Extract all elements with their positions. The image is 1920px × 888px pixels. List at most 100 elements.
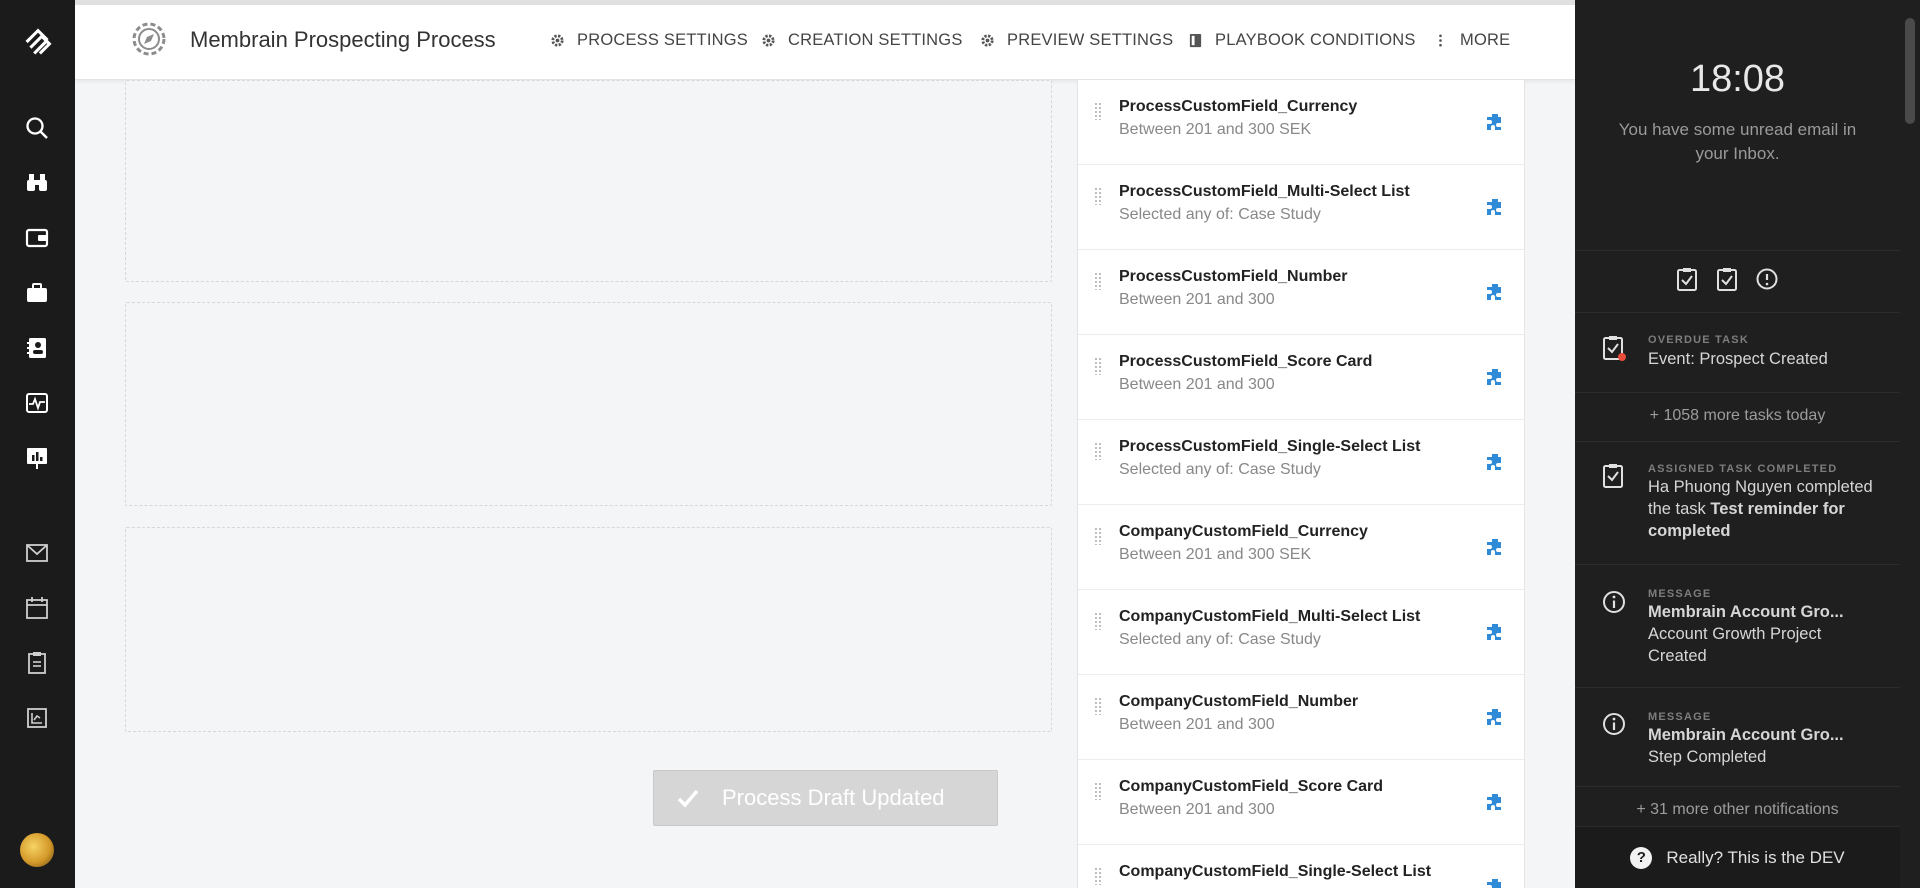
drag-handle-icon[interactable] xyxy=(1094,612,1102,630)
presentation-chart-icon[interactable] xyxy=(22,443,52,473)
puzzle-icon[interactable] xyxy=(1485,367,1505,387)
info-icon xyxy=(1603,591,1625,613)
dev-text: Really? This is the DEV xyxy=(1666,847,1845,867)
drag-handle-icon[interactable] xyxy=(1094,272,1102,290)
divider xyxy=(1575,441,1900,442)
gear-icon xyxy=(762,34,775,47)
info-tab-icon[interactable] xyxy=(1753,265,1781,293)
condition-name: CompanyCustomField_Currency xyxy=(1119,523,1368,540)
condition-item[interactable]: CompanyCustomField_Single-Select List xyxy=(1078,845,1524,888)
puzzle-icon[interactable] xyxy=(1485,197,1505,217)
report-icon[interactable] xyxy=(22,703,52,733)
process-settings-label: PROCESS SETTINGS xyxy=(577,31,748,49)
puzzle-icon[interactable] xyxy=(1485,112,1505,132)
condition-item[interactable]: CompanyCustomField_Multi-Select List Sel… xyxy=(1078,590,1524,675)
creation-settings-label: CREATION SETTINGS xyxy=(788,31,963,49)
tasks-tab-icon[interactable] xyxy=(1673,265,1701,293)
more-notifications-link[interactable]: + 31 more other notifications xyxy=(1575,801,1900,819)
drag-handle-icon[interactable] xyxy=(1094,782,1102,800)
completed-task-icon xyxy=(1603,464,1623,488)
playbook-conditions-menu[interactable]: PLAYBOOK CONDITIONS xyxy=(1188,31,1416,50)
wallet-icon[interactable] xyxy=(22,223,52,253)
condition-name: ProcessCustomField_Single-Select List xyxy=(1119,438,1421,455)
process-settings-menu[interactable]: PROCESS SETTINGS xyxy=(550,31,748,50)
divider xyxy=(1575,786,1900,787)
briefcase-icon[interactable] xyxy=(22,278,52,308)
puzzle-icon[interactable] xyxy=(1485,452,1505,472)
clipboard-icon[interactable] xyxy=(22,648,52,678)
condition-item[interactable]: ProcessCustomField_Number Between 201 an… xyxy=(1078,250,1524,335)
preview-settings-label: PREVIEW SETTINGS xyxy=(1007,31,1174,49)
drag-handle-icon[interactable] xyxy=(1094,187,1102,205)
condition-item[interactable]: ProcessCustomField_Multi-Select List Sel… xyxy=(1078,165,1524,250)
drop-zone[interactable] xyxy=(125,527,1052,732)
condition-item[interactable]: CompanyCustomField_Currency Between 201 … xyxy=(1078,505,1524,590)
process-draft-updated-button[interactable]: Process Draft Updated xyxy=(653,770,998,826)
playbook-conditions-label: PLAYBOOK CONDITIONS xyxy=(1215,31,1416,49)
puzzle-icon[interactable] xyxy=(1485,282,1505,302)
notification-text: Event: Prospect Created xyxy=(1648,350,1828,368)
inbox-message[interactable]: You have some unread email in your Inbox… xyxy=(1605,118,1870,166)
condition-item[interactable]: CompanyCustomField_Score Card Between 20… xyxy=(1078,760,1524,845)
condition-name: ProcessCustomField_Multi-Select List xyxy=(1119,183,1410,200)
condition-description: Between 201 and 300 xyxy=(1119,716,1275,733)
vertical-dots-icon xyxy=(1439,34,1442,47)
scrollbar-track[interactable] xyxy=(1900,0,1920,888)
drop-zone[interactable] xyxy=(125,302,1052,506)
overdue-task-icon xyxy=(1603,336,1626,361)
process-draft-updated-label: Process Draft Updated xyxy=(722,785,945,810)
condition-description: Selected any of: Case Study xyxy=(1119,631,1321,648)
process-gear-icon xyxy=(129,19,169,59)
divider xyxy=(1575,312,1900,313)
contacts-card-icon[interactable] xyxy=(22,333,52,363)
condition-item[interactable]: ProcessCustomField_Single-Select List Se… xyxy=(1078,420,1524,505)
drag-handle-icon[interactable] xyxy=(1094,867,1102,885)
activity-icon[interactable] xyxy=(22,388,52,418)
scrollbar-thumb[interactable] xyxy=(1905,18,1915,124)
drag-handle-icon[interactable] xyxy=(1094,102,1102,120)
puzzle-icon[interactable] xyxy=(1485,792,1505,812)
drag-handle-icon[interactable] xyxy=(1094,357,1102,375)
creation-settings-menu[interactable]: CREATION SETTINGS xyxy=(761,31,963,50)
logo-icon[interactable] xyxy=(18,22,58,62)
drop-zone[interactable] xyxy=(125,80,1052,282)
divider xyxy=(1575,250,1900,251)
calendar-icon[interactable] xyxy=(22,593,52,623)
condition-name: CompanyCustomField_Number xyxy=(1119,693,1359,710)
condition-name: CompanyCustomField_Multi-Select List xyxy=(1119,608,1421,625)
avatar[interactable] xyxy=(20,833,54,867)
condition-description: Between 201 and 300 xyxy=(1119,376,1275,393)
condition-description: Between 201 and 300 xyxy=(1119,291,1275,308)
notifications-panel: 18:08 You have some unread email in your… xyxy=(1575,0,1900,888)
condition-description: Between 201 and 300 SEK xyxy=(1119,121,1312,138)
left-navigation xyxy=(0,0,75,888)
more-tasks-link[interactable]: + 1058 more tasks today xyxy=(1575,407,1900,425)
drag-handle-icon[interactable] xyxy=(1094,442,1102,460)
notification-label: OVERDUE TASK xyxy=(1648,334,1749,346)
clock: 18:08 xyxy=(1689,58,1786,100)
checkmark-icon xyxy=(677,789,699,808)
puzzle-icon[interactable] xyxy=(1485,537,1505,557)
top-header: Membrain Prospecting Process PROCESS SET… xyxy=(75,0,1575,80)
book-icon xyxy=(1189,33,1202,48)
gear-icon xyxy=(981,34,994,47)
drag-handle-icon[interactable] xyxy=(1094,697,1102,715)
preview-settings-menu[interactable]: PREVIEW SETTINGS xyxy=(980,31,1173,50)
puzzle-icon[interactable] xyxy=(1485,707,1505,727)
mail-icon[interactable] xyxy=(22,538,52,568)
notification-label: MESSAGE xyxy=(1648,588,1712,600)
drag-handle-icon[interactable] xyxy=(1094,527,1102,545)
condition-name: ProcessCustomField_Number xyxy=(1119,268,1348,285)
puzzle-icon[interactable] xyxy=(1485,877,1505,888)
completed-tasks-tab-icon[interactable] xyxy=(1713,265,1741,293)
puzzle-icon[interactable] xyxy=(1485,622,1505,642)
condition-item[interactable]: ProcessCustomField_Score Card Between 20… xyxy=(1078,335,1524,420)
search-icon[interactable] xyxy=(22,113,52,143)
condition-item[interactable]: CompanyCustomField_Number Between 201 an… xyxy=(1078,675,1524,760)
more-menu[interactable]: MORE xyxy=(1433,31,1510,50)
condition-item[interactable]: ProcessCustomField_Currency Between 201 … xyxy=(1078,80,1524,165)
notification-text: Step Completed xyxy=(1648,748,1767,766)
binoculars-icon[interactable] xyxy=(22,168,52,198)
dev-environment-bar[interactable]: ? Really? This is the DEV xyxy=(1575,826,1900,888)
message-title: Membrain Account Gro... xyxy=(1648,726,1844,744)
